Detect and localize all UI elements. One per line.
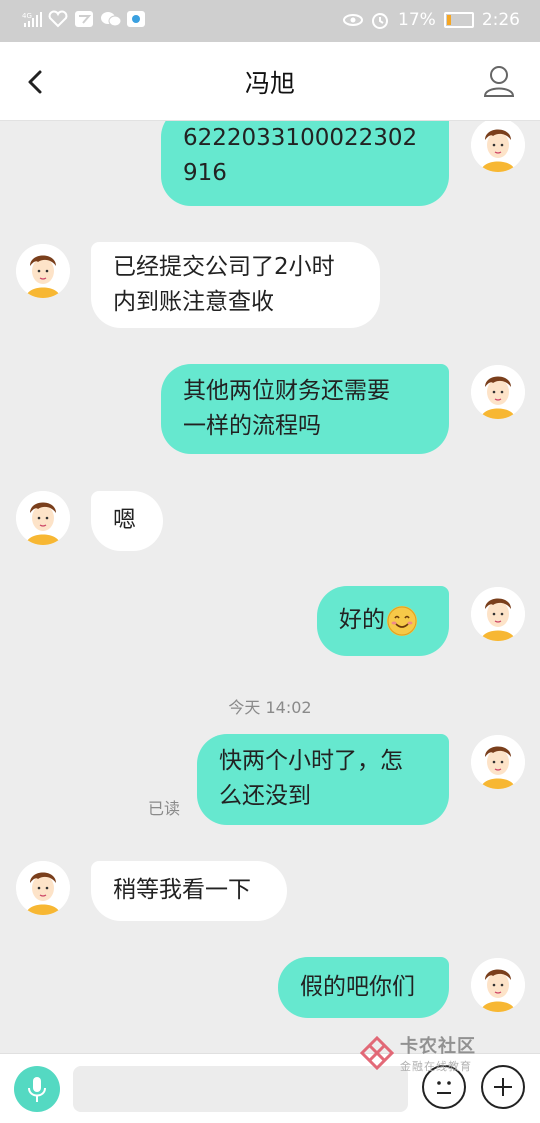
message-bubble-outgoing[interactable]: 假的吧你们 (278, 957, 449, 1018)
contact-avatar[interactable] (16, 244, 70, 298)
profile-icon[interactable] (482, 64, 516, 98)
message-bubble-outgoing[interactable]: 其他两位财务还需要 一样的流程吗 (161, 364, 449, 454)
app-notification-icon (74, 10, 94, 28)
alarm-icon (370, 11, 390, 29)
signal-icon: 4G (22, 10, 42, 28)
message-text: 6222033100022302 916 (183, 125, 418, 186)
plus-icon (494, 1078, 512, 1096)
message-bubble-outgoing[interactable]: 快两个小时了，怎 么还没到 (197, 734, 449, 825)
message-bubble-outgoing[interactable]: 6222033100022302 916 (161, 121, 449, 206)
smile-emoji-icon (387, 605, 417, 636)
message-text: 其他两位财务还需要 一样的流程吗 (183, 378, 390, 439)
message-bubble-outgoing[interactable]: 好的 (317, 586, 449, 656)
my-avatar[interactable] (471, 365, 525, 419)
my-avatar[interactable] (471, 121, 525, 172)
watermark-title: 卡农社区 (400, 1036, 476, 1057)
watermark-logo-icon (360, 1036, 394, 1070)
message-bubble-incoming[interactable]: 嗯 (91, 491, 163, 551)
more-actions-button[interactable] (481, 1065, 525, 1109)
clock: 2:26 (481, 10, 520, 30)
health-app-icon (48, 10, 68, 28)
eye-icon (342, 11, 364, 29)
message-text: 稍等我看一下 (113, 877, 251, 903)
voice-input-button[interactable] (14, 1066, 60, 1112)
message-text: 快两个小时了，怎 么还没到 (219, 748, 403, 809)
battery-icon (443, 12, 474, 28)
message-list[interactable]: 6222033100022302 916 已经提交公司了2小时 内到账注意查收 … (0, 121, 540, 1053)
message-input[interactable] (73, 1066, 408, 1112)
map-app-icon (126, 10, 146, 28)
message-text: 好的 (339, 607, 385, 633)
contact-avatar[interactable] (16, 861, 70, 915)
microphone-icon (28, 1077, 46, 1102)
message-bubble-incoming[interactable]: 已经提交公司了2小时 内到账注意查收 (91, 242, 380, 328)
watermark-subtitle: 金融在线教育 (400, 1060, 472, 1073)
message-bubble-incoming[interactable]: 稍等我看一下 (91, 861, 287, 921)
svg-text:4G: 4G (22, 12, 32, 20)
read-receipt: 已读 (148, 799, 181, 818)
chat-header: 冯旭 (0, 42, 540, 121)
chat-title: 冯旭 (244, 69, 295, 98)
my-avatar[interactable] (471, 587, 525, 641)
message-text: 嗯 (113, 507, 136, 533)
message-text: 假的吧你们 (300, 974, 415, 1000)
message-timestamp: 今天 14:02 (228, 698, 312, 717)
my-avatar[interactable] (471, 735, 525, 789)
contact-avatar[interactable] (16, 491, 70, 545)
wechat-icon (100, 10, 122, 28)
my-avatar[interactable] (471, 958, 525, 1012)
status-bar: 4G 17% 2:26 (0, 0, 540, 42)
watermark: 卡农社区 金融在线教育 (360, 1032, 476, 1074)
message-text: 已经提交公司了2小时 内到账注意查收 (113, 254, 335, 315)
battery-percent: 17% (398, 10, 436, 30)
